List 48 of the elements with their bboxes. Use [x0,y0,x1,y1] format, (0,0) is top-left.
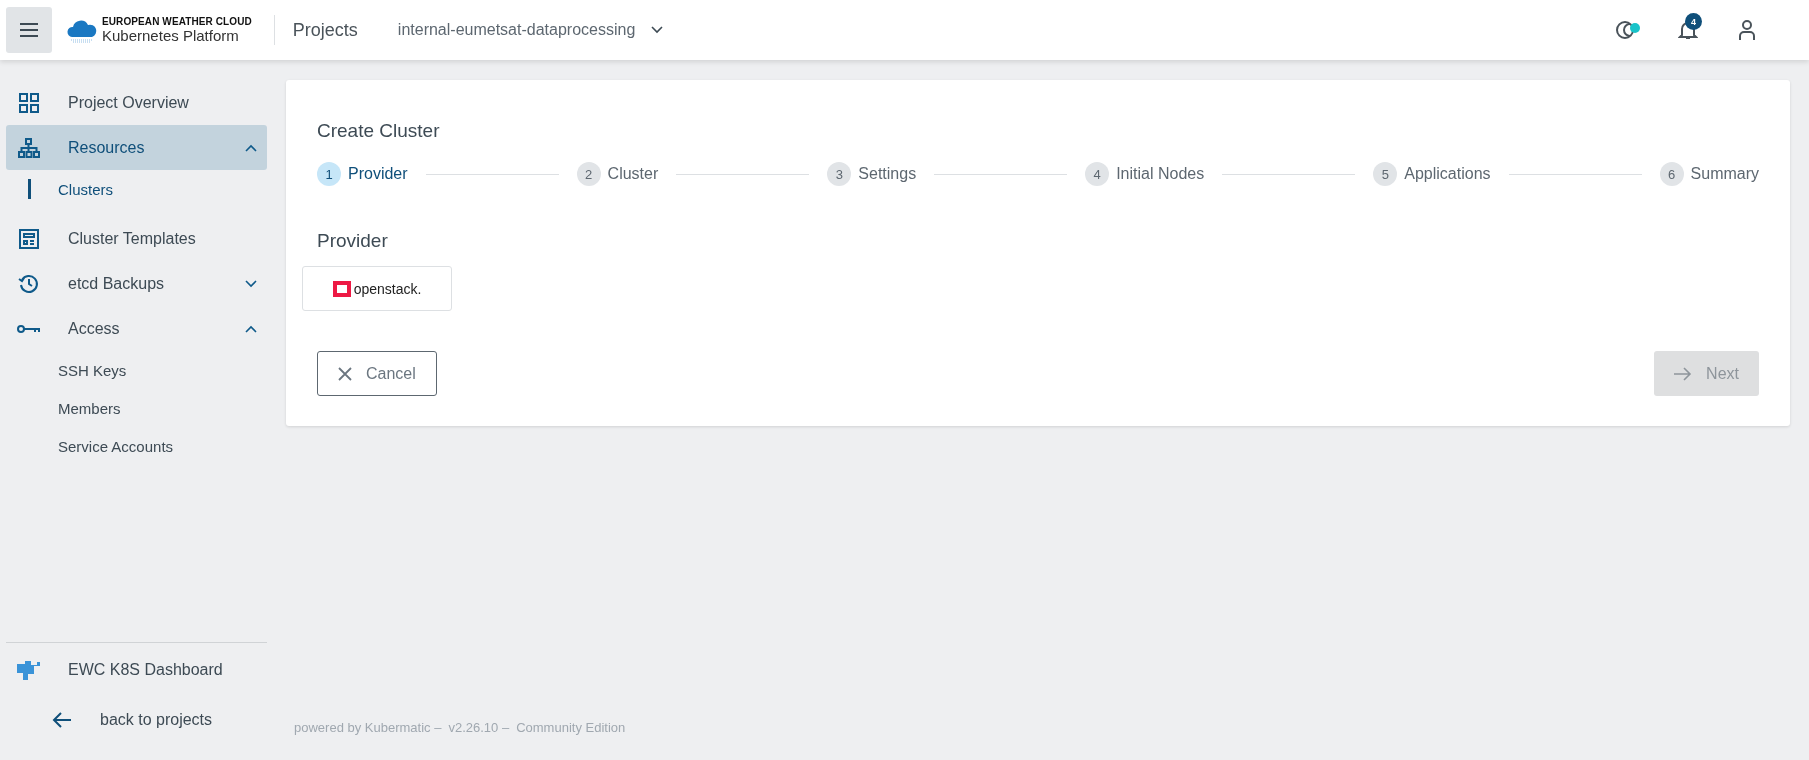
key-icon [16,322,42,335]
wizard-step[interactable]: 2 Cluster [576,162,659,186]
template-icon [16,228,42,249]
sidebar-subitem[interactable]: SSH Keys [6,351,267,389]
footer-text: v2.26.10 – [448,719,510,735]
brand-subtitle: Kubernetes Platform [102,27,240,44]
sidebar-item[interactable]: etcd Backups [6,261,267,306]
wizard-step[interactable]: 5 Applications [1373,162,1491,186]
notifications-button[interactable]: 4 [1668,10,1708,50]
bell-icon [1678,20,1698,40]
wizard-step[interactable]: 6 Summary [1659,162,1759,186]
cancel-button[interactable]: Cancel [317,351,437,396]
provider-logo-icon [332,280,351,297]
close-icon [338,366,352,381]
section-title: Projects [292,19,358,41]
wizard-step[interactable]: 4 Initial Nodes [1085,162,1205,186]
dashboard-link[interactable]: EWC K8S Dashboard [6,647,267,692]
grid-icon [16,92,42,113]
sidebar-item[interactable]: Access [6,306,267,351]
card-title: Create Cluster [317,120,441,142]
chevron-icon [651,26,664,34]
section-heading: Provider [317,230,389,252]
back-link[interactable]: back to projects [6,692,213,748]
chevron-icon [245,143,257,152]
dashboard-logo-icon [16,658,42,681]
project-selector[interactable]: internal-eumetsat-dataprocessing [391,20,670,40]
user-icon [1738,20,1756,40]
chevron-icon [245,279,257,288]
hierarchy-icon [16,137,42,158]
provider-option[interactable]: openstack. [302,266,452,311]
wizard-step[interactable]: 3 Settings [827,162,917,186]
menu-button[interactable] [6,7,52,53]
notification-count: 4 [1685,13,1702,30]
brand-name: EUROPEAN WEATHER CLOUD [102,16,252,27]
sidebar-item[interactable]: Project Overview [6,80,267,125]
arrow-right-icon [1674,366,1693,381]
theme-icon [1616,19,1642,41]
sidebar-subitem[interactable]: Clusters [6,170,267,208]
chevron-icon [245,324,257,333]
sidebar-item[interactable]: Resources [6,125,267,170]
footer-text: powered by Kubermatic – [294,719,442,735]
back-arrow-icon [52,712,72,728]
wizard-step[interactable]: 1 Provider [317,162,408,186]
sidebar-item[interactable]: Cluster Templates [6,216,267,261]
footer-text: Community Edition [516,719,626,735]
sidebar-subitem[interactable]: Members [6,389,267,427]
menu-icon [19,23,39,37]
sidebar-subitem[interactable]: Service Accounts [6,427,267,465]
